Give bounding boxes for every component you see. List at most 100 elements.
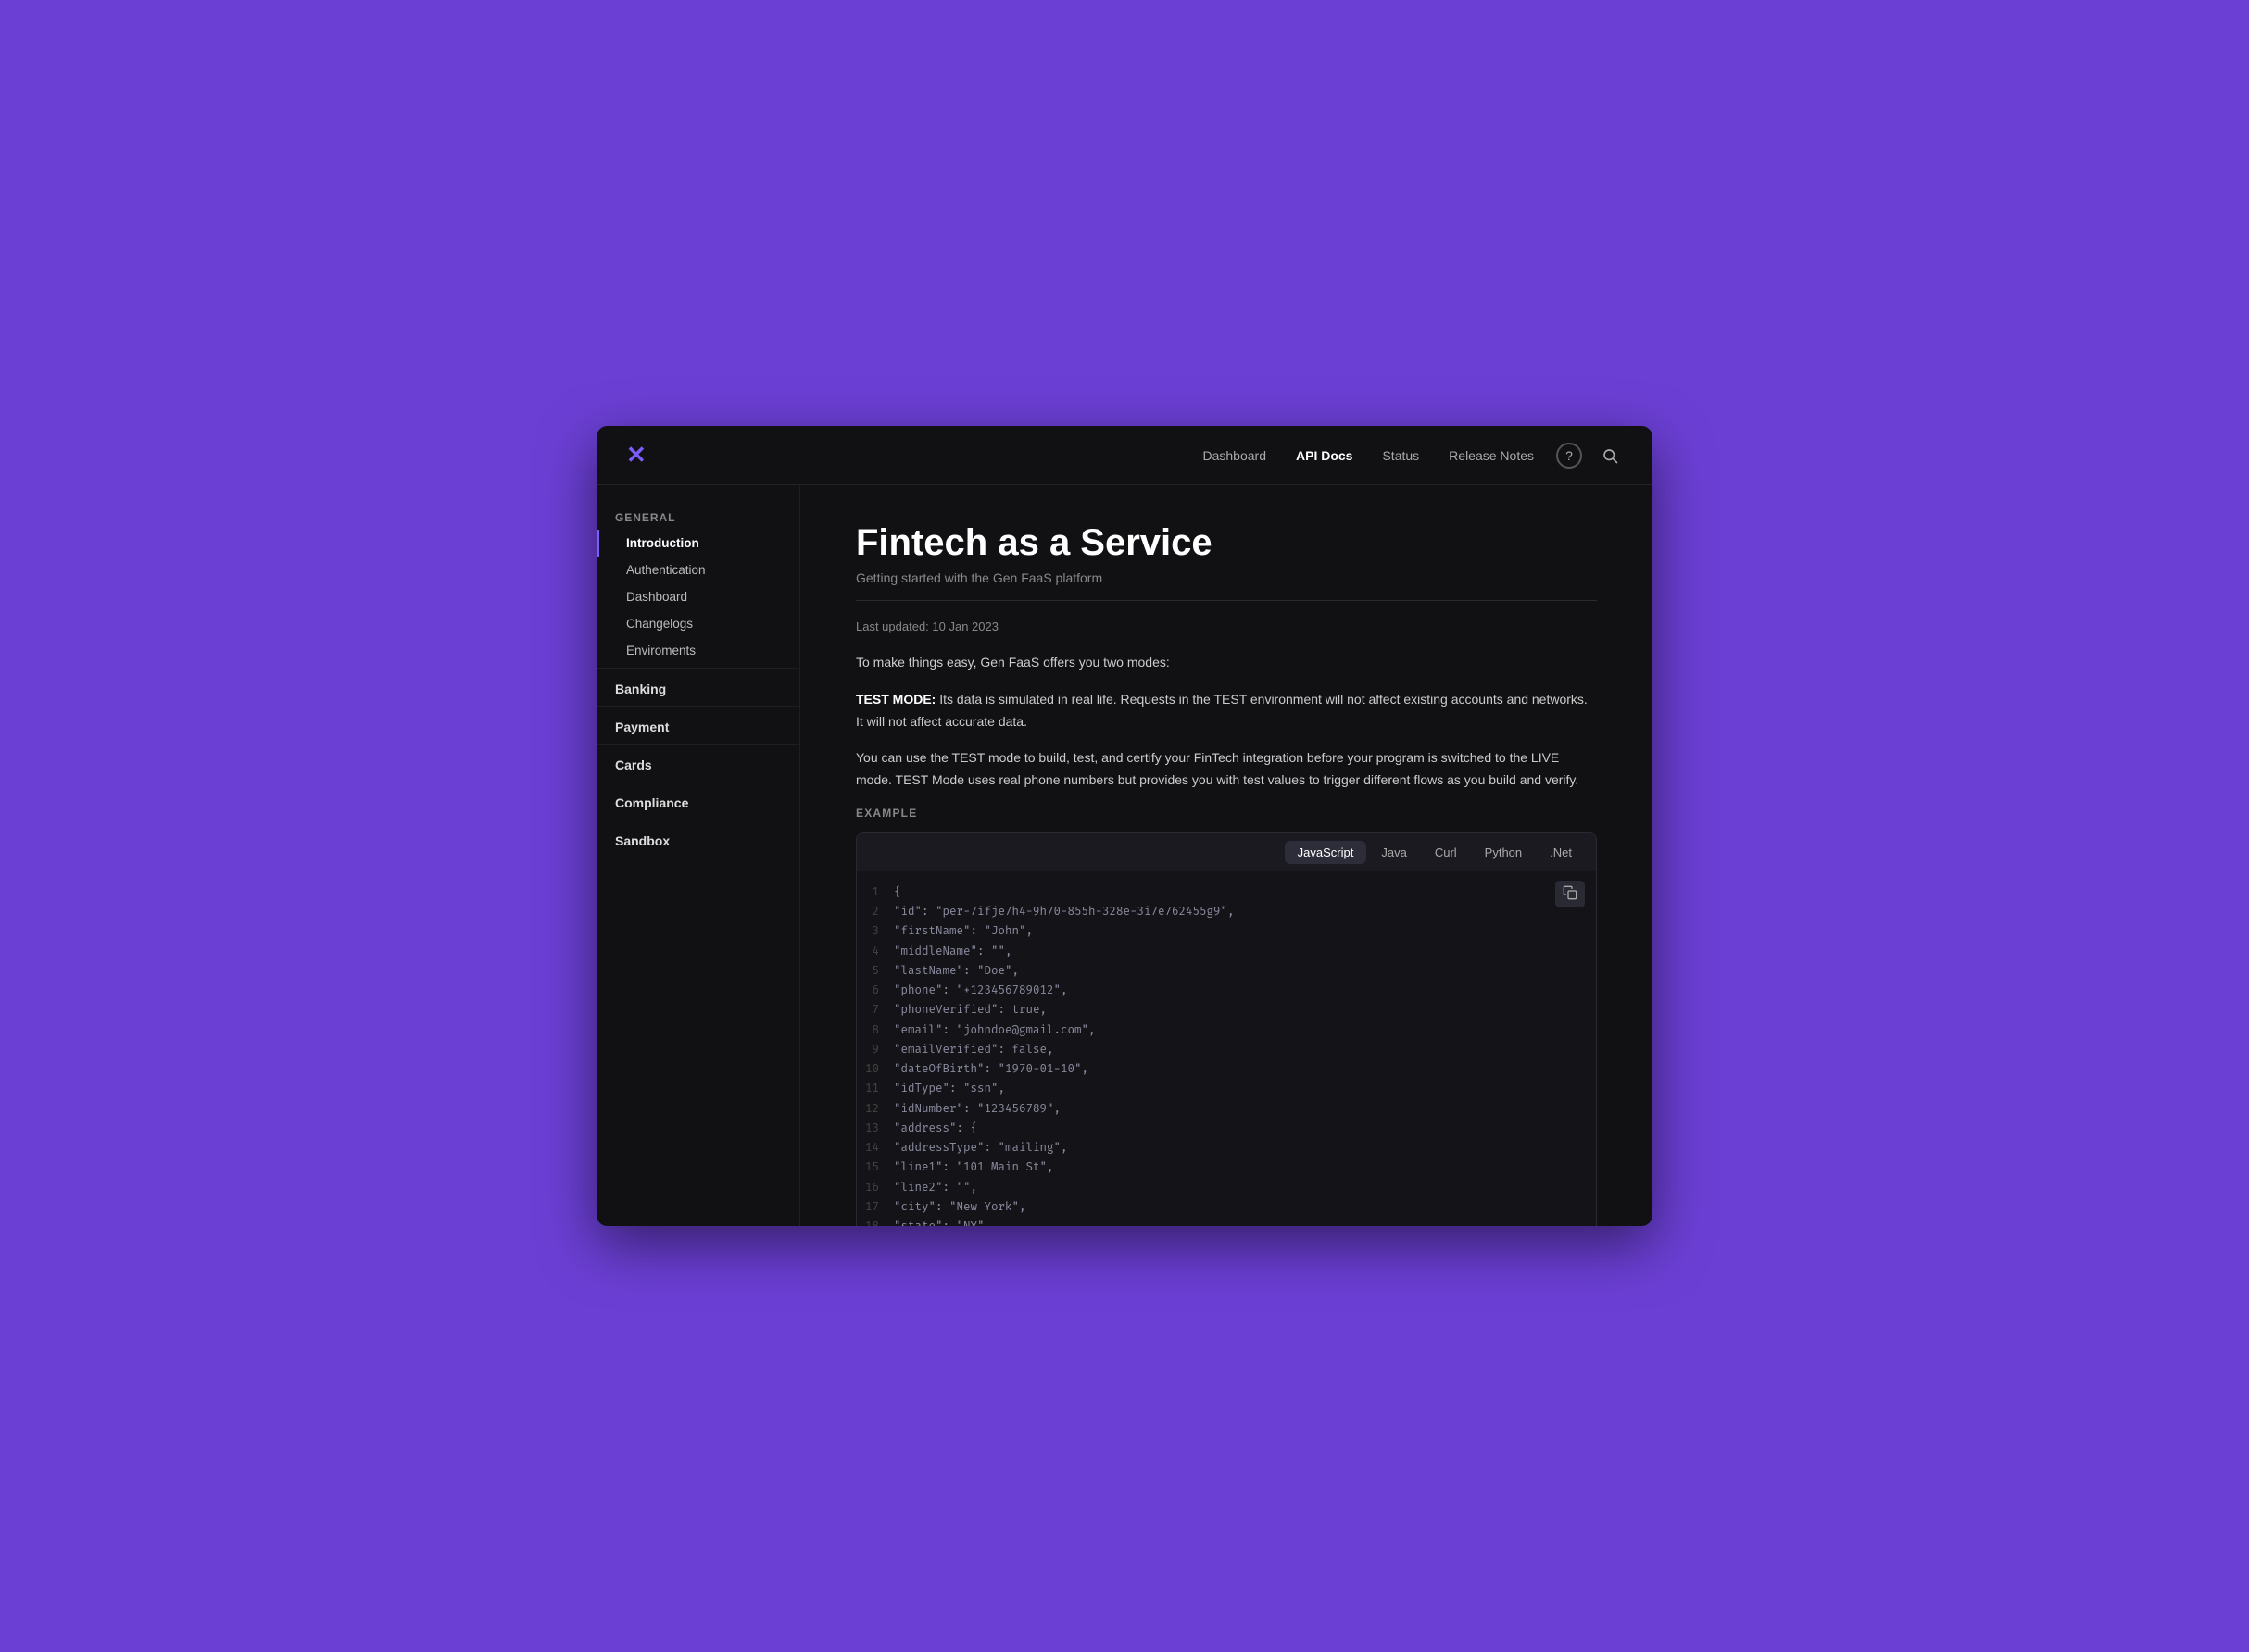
line-content: "city": "New York", xyxy=(894,1197,1596,1217)
code-line: 12 "idNumber": "123456789", xyxy=(857,1099,1596,1119)
sidebar-item-dashboard[interactable]: Dashboard xyxy=(597,583,799,610)
sidebar-item-sandbox[interactable]: Sandbox xyxy=(597,824,799,854)
line-number: 18 xyxy=(857,1217,894,1226)
line-content: "line1": "101 Main St", xyxy=(894,1158,1596,1177)
main-content: Fintech as a Service Getting started wit… xyxy=(800,485,1652,1226)
sidebar-item-authentication[interactable]: Authentication xyxy=(597,557,799,583)
page-subtitle: Getting started with the Gen FaaS platfo… xyxy=(856,570,1597,585)
line-number: 8 xyxy=(857,1020,894,1040)
page-title: Fintech as a Service xyxy=(856,522,1597,563)
nav-dashboard[interactable]: Dashboard xyxy=(1203,448,1267,463)
line-number: 9 xyxy=(857,1040,894,1059)
line-number: 4 xyxy=(857,942,894,961)
test-mode-paragraph: TEST MODE: Its data is simulated in real… xyxy=(856,689,1597,733)
nav-status[interactable]: Status xyxy=(1382,448,1419,463)
code-line: 16 "line2": "", xyxy=(857,1178,1596,1197)
example-label: EXAMPLE xyxy=(856,807,1597,820)
line-number: 13 xyxy=(857,1119,894,1138)
line-content: "middleName": "", xyxy=(894,942,1596,961)
line-content: "phoneVerified": true, xyxy=(894,1000,1596,1020)
copy-button[interactable] xyxy=(1555,881,1585,907)
code-line: 2 "id": "per-7ifje7h4-9h70-855h-328e-3i7… xyxy=(857,902,1596,921)
line-number: 16 xyxy=(857,1178,894,1197)
code-line: 7 "phoneVerified": true, xyxy=(857,1000,1596,1020)
help-icon[interactable]: ? xyxy=(1556,443,1582,469)
line-number: 17 xyxy=(857,1197,894,1217)
code-line: 1{ xyxy=(857,882,1596,902)
sidebar-section-general: General xyxy=(597,504,799,530)
code-line: 4 "middleName": "", xyxy=(857,942,1596,961)
main-layout: General Introduction Authentication Dash… xyxy=(597,485,1652,1226)
code-body: 1{2 "id": "per-7ifje7h4-9h70-855h-328e-3… xyxy=(857,871,1596,1226)
body-text-2: You can use the TEST mode to build, test… xyxy=(856,747,1597,792)
line-number: 14 xyxy=(857,1138,894,1158)
code-line: 15 "line1": "101 Main St", xyxy=(857,1158,1596,1177)
nav-api-docs[interactable]: API Docs xyxy=(1296,448,1352,463)
main-nav: Dashboard API Docs Status Release Notes xyxy=(1203,448,1535,463)
nav-release-notes[interactable]: Release Notes xyxy=(1449,448,1534,463)
code-line: 14 "addressType": "mailing", xyxy=(857,1138,1596,1158)
code-line: 13 "address": { xyxy=(857,1119,1596,1138)
line-number: 3 xyxy=(857,921,894,941)
sidebar-divider-2 xyxy=(597,706,799,707)
sidebar-item-introduction[interactable]: Introduction xyxy=(597,530,799,557)
line-content: "state": "NY", xyxy=(894,1217,1596,1226)
tab-java[interactable]: Java xyxy=(1368,841,1419,864)
last-updated: Last updated: 10 Jan 2023 xyxy=(856,620,1597,633)
app-window: ✕ Dashboard API Docs Status Release Note… xyxy=(597,426,1652,1226)
sidebar-item-compliance[interactable]: Compliance xyxy=(597,786,799,816)
sidebar-item-changelogs[interactable]: Changelogs xyxy=(597,610,799,637)
code-line: 18 "state": "NY", xyxy=(857,1217,1596,1226)
sidebar-divider-1 xyxy=(597,668,799,669)
header-icons: ? xyxy=(1556,443,1623,469)
line-number: 10 xyxy=(857,1059,894,1079)
line-content: "email": "johndoe@gmail.com", xyxy=(894,1020,1596,1040)
code-line: 11 "idType": "ssn", xyxy=(857,1079,1596,1098)
header: ✕ Dashboard API Docs Status Release Note… xyxy=(597,426,1652,485)
sidebar-divider-3 xyxy=(597,744,799,745)
line-number: 7 xyxy=(857,1000,894,1020)
intro-paragraph: To make things easy, Gen FaaS offers you… xyxy=(856,652,1597,674)
tab-javascript[interactable]: JavaScript xyxy=(1285,841,1367,864)
tab-python[interactable]: Python xyxy=(1472,841,1535,864)
line-content: "address": { xyxy=(894,1119,1596,1138)
line-content: "addressType": "mailing", xyxy=(894,1138,1596,1158)
test-mode-label: TEST MODE: xyxy=(856,692,936,707)
search-icon[interactable] xyxy=(1597,443,1623,469)
code-line: 17 "city": "New York", xyxy=(857,1197,1596,1217)
line-content: "idNumber": "123456789", xyxy=(894,1099,1596,1119)
line-number: 5 xyxy=(857,961,894,981)
line-content: "lastName": "Doe", xyxy=(894,961,1596,981)
tab-dotnet[interactable]: .Net xyxy=(1537,841,1585,864)
line-content: "dateOfBirth": "1970-01-10", xyxy=(894,1059,1596,1079)
sidebar-item-payment[interactable]: Payment xyxy=(597,710,799,740)
sidebar-item-banking[interactable]: Banking xyxy=(597,672,799,702)
line-content: "line2": "", xyxy=(894,1178,1596,1197)
line-number: 12 xyxy=(857,1099,894,1119)
code-line: 6 "phone": "+123456789012", xyxy=(857,981,1596,1000)
line-content: { xyxy=(894,882,1596,902)
line-number: 11 xyxy=(857,1079,894,1098)
content-divider xyxy=(856,600,1597,601)
code-line: 10 "dateOfBirth": "1970-01-10", xyxy=(857,1059,1596,1079)
code-line: 9 "emailVerified": false, xyxy=(857,1040,1596,1059)
tab-curl[interactable]: Curl xyxy=(1422,841,1470,864)
line-number: 6 xyxy=(857,981,894,1000)
line-content: "emailVerified": false, xyxy=(894,1040,1596,1059)
line-content: "firstName": "John", xyxy=(894,921,1596,941)
code-line: 3 "firstName": "John", xyxy=(857,921,1596,941)
code-container: JavaScript Java Curl Python .Net 1{2 "id… xyxy=(856,832,1597,1226)
line-number: 1 xyxy=(857,882,894,902)
line-number: 2 xyxy=(857,902,894,921)
code-line: 8 "email": "johndoe@gmail.com", xyxy=(857,1020,1596,1040)
sidebar-item-cards[interactable]: Cards xyxy=(597,748,799,778)
logo: ✕ xyxy=(626,441,647,469)
line-number: 15 xyxy=(857,1158,894,1177)
code-tabs: JavaScript Java Curl Python .Net xyxy=(857,833,1596,871)
line-content: "phone": "+123456789012", xyxy=(894,981,1596,1000)
logo-icon: ✕ xyxy=(626,441,647,469)
sidebar: General Introduction Authentication Dash… xyxy=(597,485,800,1226)
line-content: "id": "per-7ifje7h4-9h70-855h-328e-3i7e7… xyxy=(894,902,1596,921)
sidebar-item-enviroments[interactable]: Enviroments xyxy=(597,637,799,664)
test-mode-text: Its data is simulated in real life. Requ… xyxy=(856,692,1588,729)
